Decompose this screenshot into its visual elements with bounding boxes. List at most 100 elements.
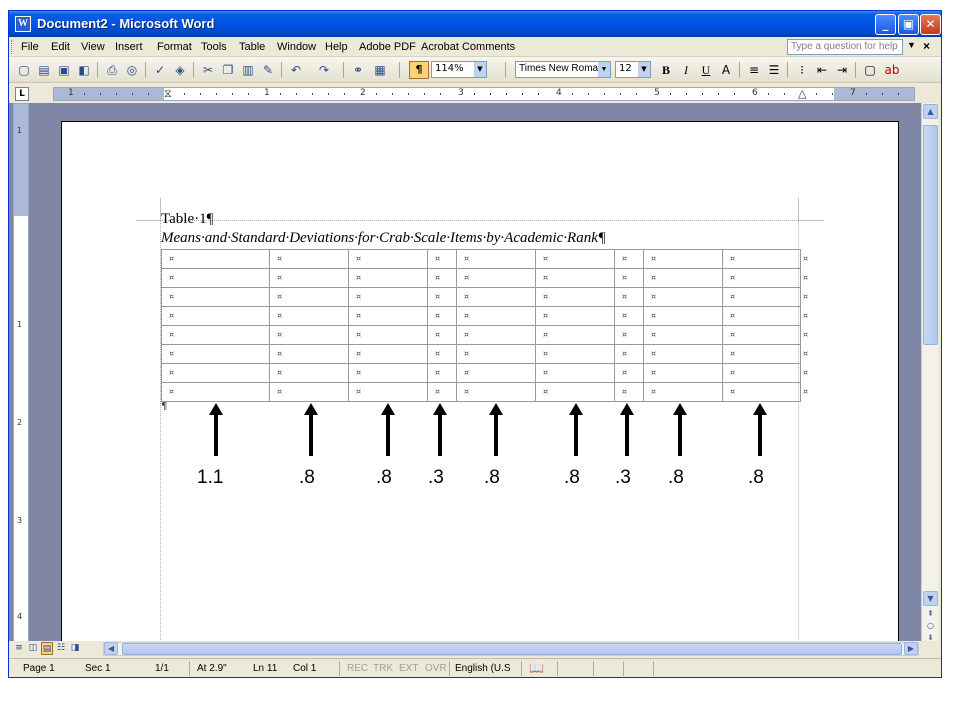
spelling-status-icon[interactable]: 📖 (529, 661, 544, 675)
table-cell-marker[interactable]: ¤ (651, 330, 656, 339)
table-cell-marker[interactable]: ¤ (622, 330, 627, 339)
table-cell-marker[interactable]: ¤ (651, 292, 656, 301)
table-cell-marker[interactable]: ¤ (543, 273, 548, 282)
table-cell-marker[interactable]: ¤ (730, 368, 735, 377)
table-cell-marker[interactable]: ¤ (356, 292, 361, 301)
tab-selector[interactable]: L (15, 87, 29, 101)
left-indent-marker[interactable]: ⧖ (164, 87, 172, 101)
close-button[interactable]: ✕ (920, 14, 941, 35)
help-dropdown-icon[interactable]: ▼ (907, 40, 916, 50)
table-cell-marker[interactable]: ¤ (169, 311, 174, 320)
numbering-icon[interactable]: ⁝ (793, 61, 811, 79)
table-cell-marker[interactable]: ¤ (730, 292, 735, 301)
table-cell-marker[interactable]: ¤ (464, 254, 469, 263)
table-cell-marker[interactable]: ¤ (730, 387, 735, 396)
table-cell-marker[interactable]: ¤ (435, 273, 440, 282)
table-cell-marker[interactable]: ¤ (543, 254, 548, 263)
vertical-scrollbar[interactable]: ▲ ▼ ⇞ ○ ⇟ (921, 103, 938, 642)
menu-tools[interactable]: Tools (201, 41, 227, 53)
document-close-icon[interactable]: × (923, 39, 930, 53)
table-cell-marker[interactable]: ¤ (169, 387, 174, 396)
underline-icon[interactable]: U (697, 61, 715, 79)
table-cell-marker[interactable]: ¤ (277, 330, 282, 339)
table-cell-marker[interactable]: ¤ (543, 387, 548, 396)
table-cell-marker[interactable]: ¤ (277, 387, 282, 396)
table-cell-marker[interactable]: ¤ (622, 368, 627, 377)
horizontal-ruler[interactable]: 1 ⧖ 1 2 3 4 5 6 △ 7 (53, 87, 915, 101)
data-table[interactable]: ¤ ¤ ¤ ¤ ¤ ¤ ¤ ¤ ¤ ¤ ¤ ¤ ¤ ¤ ¤ ¤ ¤ ¤ ¤ ¤ ¤ ¤ ¤ ¤ ¤ ¤ ¤ ¤ ¤ ¤ ¤ ¤ ¤ ¤ ¤ ¤ ¤ ¤ ¤ ¤… (161, 249, 808, 402)
table-cell-marker[interactable]: ¤ (356, 311, 361, 320)
table-cell-marker[interactable]: ¤ (464, 387, 469, 396)
table-cell-marker[interactable]: ¤ (730, 254, 735, 263)
print-layout-icon[interactable]: ▤ (41, 642, 53, 655)
border-icon[interactable]: ▢ (861, 61, 879, 79)
table-cell-marker[interactable]: ¤ (356, 330, 361, 339)
table-cell-marker[interactable]: ¤ (464, 311, 469, 320)
table-cell-marker[interactable]: ¤ (435, 387, 440, 396)
table-cell-marker[interactable]: ¤ (169, 273, 174, 282)
table-cell-marker[interactable]: ¤ (277, 368, 282, 377)
table-cell-marker[interactable]: ¤ (169, 330, 174, 339)
table-cell-marker[interactable]: ¤ (543, 368, 548, 377)
table-cell-marker[interactable]: ¤ (464, 292, 469, 301)
table-cell-marker[interactable]: ¤ (651, 368, 656, 377)
table-cell-marker[interactable]: ¤ (356, 349, 361, 358)
table-cell-marker[interactable]: ¤ (277, 273, 282, 282)
table-cell-marker[interactable]: ¤ (543, 311, 548, 320)
horizontal-scrollbar[interactable]: ◀ ▶ (103, 642, 919, 656)
menu-file[interactable]: File (21, 41, 39, 53)
outline-view-icon[interactable]: ☷ (55, 642, 67, 655)
table-cell-marker[interactable]: ¤ (622, 254, 627, 263)
menu-view[interactable]: View (81, 41, 105, 53)
indent-icon[interactable]: ⇥ (833, 61, 851, 79)
size-dropdown-icon[interactable]: ▼ (638, 62, 650, 77)
scroll-left-icon[interactable]: ◀ (104, 642, 118, 655)
status-ovr[interactable]: OVR (425, 663, 447, 674)
paste-icon[interactable]: ▥ (239, 61, 257, 79)
table-cell-marker[interactable]: ¤ (622, 292, 627, 301)
scroll-down-icon[interactable]: ▼ (923, 591, 938, 606)
word-app-icon[interactable]: W (15, 16, 31, 32)
highlight-icon[interactable]: ab (883, 61, 901, 79)
status-rec[interactable]: REC (347, 663, 368, 674)
maximize-button[interactable]: ▣ (898, 14, 919, 35)
table-cell-marker[interactable]: ¤ (622, 273, 627, 282)
align-icon[interactable]: ≡ (745, 61, 763, 79)
status-ext[interactable]: EXT (399, 663, 418, 674)
undo-icon[interactable]: ↶ (287, 61, 305, 79)
tables-icon[interactable]: ▦ (371, 61, 389, 79)
open-icon[interactable]: ▤ (35, 61, 53, 79)
menu-acrobat-comments[interactable]: Acrobat Comments (421, 41, 515, 53)
minimize-button[interactable]: _ (875, 14, 896, 35)
table-cell-marker[interactable]: ¤ (277, 254, 282, 263)
print-preview-icon[interactable]: ◎ (123, 61, 141, 79)
menu-format[interactable]: Format (157, 41, 192, 53)
vertical-scroll-thumb[interactable] (923, 125, 938, 345)
redo-icon[interactable]: ↷ (315, 61, 333, 79)
table-cell-marker[interactable]: ¤ (435, 254, 440, 263)
spelling-icon[interactable]: ✓ (151, 61, 169, 79)
table-cell-marker[interactable]: ¤ (356, 254, 361, 263)
format-painter-icon[interactable]: ✎ (259, 61, 277, 79)
table-cell-marker[interactable]: ¤ (622, 349, 627, 358)
table-cell-marker[interactable]: ¤ (730, 273, 735, 282)
table-title[interactable]: Table·1¶ (161, 211, 213, 228)
title-bar[interactable]: W Document2 - Microsoft Word _ ▣ ✕ (9, 11, 941, 37)
table-cell-marker[interactable]: ¤ (356, 273, 361, 282)
table-cell-marker[interactable]: ¤ (464, 368, 469, 377)
table-cell-marker[interactable]: ¤ (435, 368, 440, 377)
menu-window[interactable]: Window (277, 41, 316, 53)
table-cell-marker[interactable]: ¤ (356, 387, 361, 396)
table-cell-marker[interactable]: ¤ (543, 292, 548, 301)
table-cell-marker[interactable]: ¤ (464, 273, 469, 282)
permission-icon[interactable]: ◧ (75, 61, 93, 79)
menu-help[interactable]: Help (325, 41, 348, 53)
vertical-ruler[interactable]: 1 1 2 3 4 (13, 103, 29, 641)
save-icon[interactable]: ▣ (55, 61, 73, 79)
status-trk[interactable]: TRK (373, 663, 393, 674)
hyperlink-icon[interactable]: ⚭ (349, 61, 367, 79)
table-cell-marker[interactable]: ¤ (435, 292, 440, 301)
table-cell-marker[interactable]: ¤ (169, 349, 174, 358)
scroll-right-icon[interactable]: ▶ (904, 642, 918, 655)
zoom-dropdown-icon[interactable]: ▼ (474, 62, 486, 77)
